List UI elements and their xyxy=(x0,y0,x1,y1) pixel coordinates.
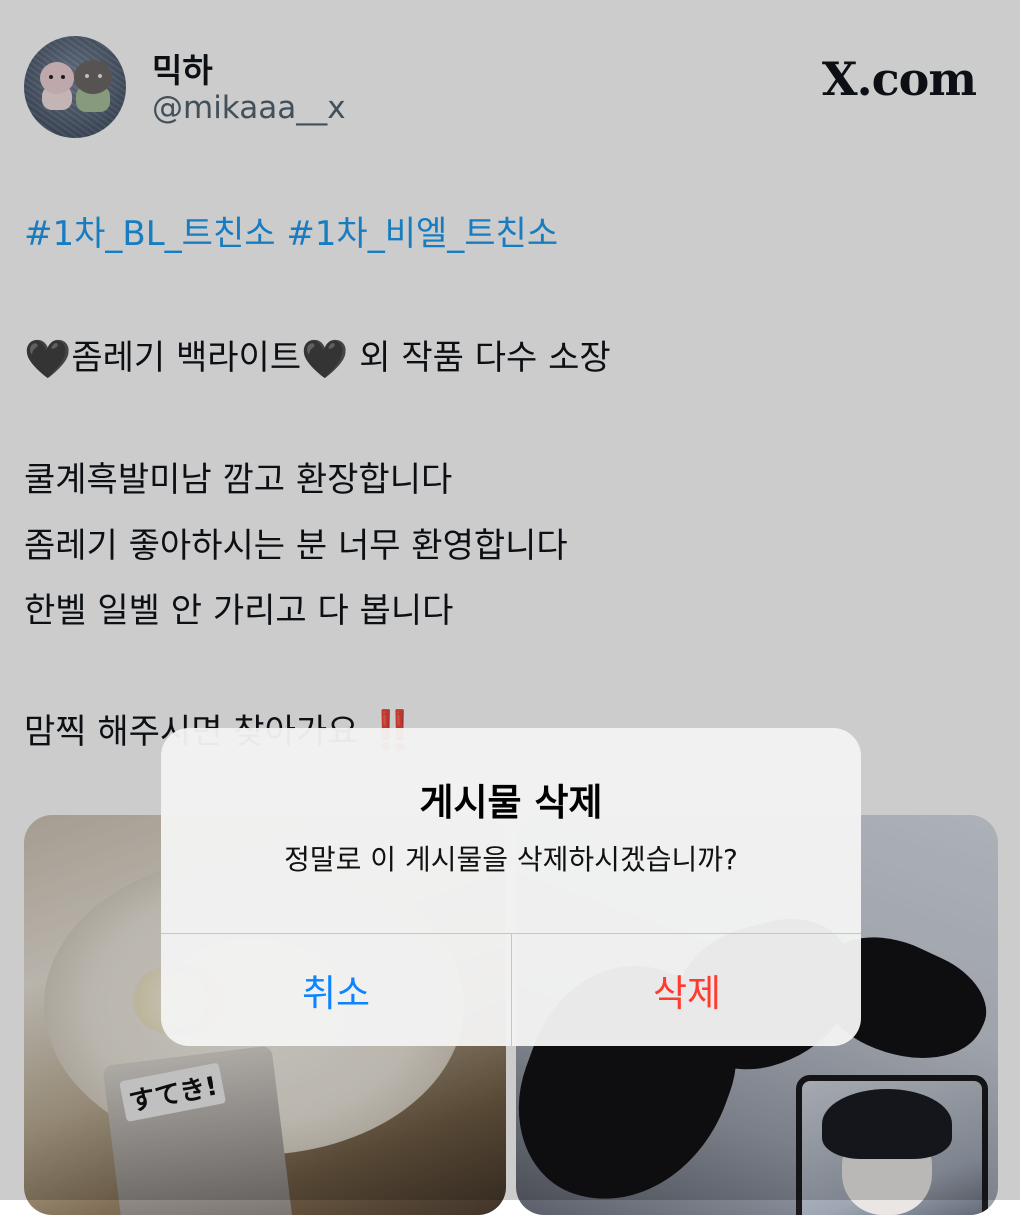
alert-title: 게시물 삭제 xyxy=(419,781,603,824)
alert-message: 정말로 이 게시물을 삭제하시겠습니까? xyxy=(284,843,738,876)
cancel-button[interactable]: 취소 xyxy=(161,934,511,1046)
delete-button[interactable]: 삭제 xyxy=(512,934,861,1046)
tweet-page: 믹하 @mikaaa__x X.com #1차_BL_트친소 #1차_비엘_트친… xyxy=(0,0,1020,1215)
delete-post-alert: 게시물 삭제 정말로 이 게시물을 삭제하시겠습니까? 취소 삭제 xyxy=(161,728,861,1046)
